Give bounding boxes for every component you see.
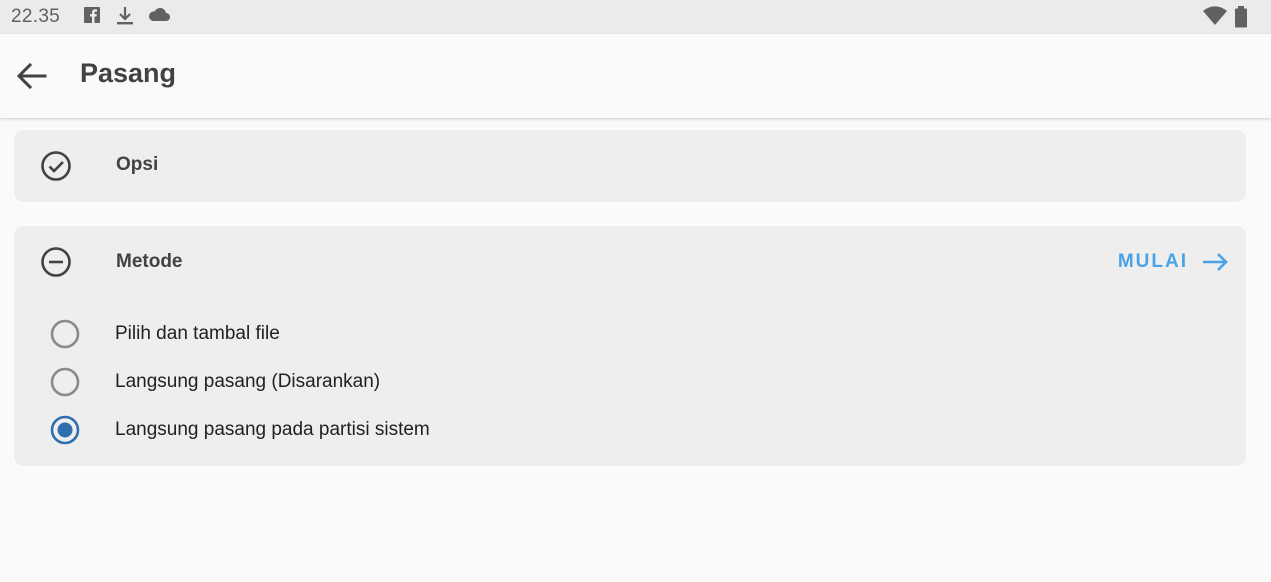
radio-unselected-icon[interactable]	[50, 319, 80, 349]
facebook-icon	[83, 6, 103, 26]
status-time: 22.35	[11, 6, 61, 27]
start-button[interactable]: MULAI	[1118, 248, 1230, 276]
check-circle-icon	[40, 150, 72, 182]
method-option-system-partition[interactable]: Langsung pasang pada partisi sistem	[50, 413, 430, 447]
method-option-direct-install[interactable]: Langsung pasang (Disarankan)	[50, 365, 380, 399]
method-option-label: Langsung pasang pada partisi sistem	[115, 419, 430, 440]
method-card-title: Metode	[116, 251, 183, 272]
page-title: Pasang	[80, 58, 177, 88]
method-option-label: Langsung pasang (Disarankan)	[115, 371, 381, 392]
battery-icon	[1234, 6, 1248, 28]
arrow-forward-icon	[1203, 253, 1228, 271]
method-option-patch-file[interactable]: Pilih dan tambal file	[50, 317, 280, 351]
status-bar: 22.35	[0, 0, 1271, 34]
options-card-title: Opsi	[116, 154, 159, 175]
radio-selected-icon[interactable]	[50, 415, 80, 445]
download-icon	[116, 6, 136, 26]
cloud-icon	[147, 6, 170, 26]
method-card: Metode MULAI Pilih dan tambal file Langs…	[14, 226, 1246, 466]
options-card[interactable]: Opsi	[14, 130, 1246, 202]
wifi-icon	[1202, 6, 1228, 26]
start-button-label: MULAI	[1117, 251, 1188, 272]
app-bar: Pasang	[0, 34, 1271, 118]
method-option-label: Pilih dan tambal file	[115, 323, 280, 344]
arrow-back-icon[interactable]	[16, 62, 48, 90]
minus-circle-icon	[40, 246, 72, 278]
radio-unselected-icon[interactable]	[50, 367, 80, 397]
